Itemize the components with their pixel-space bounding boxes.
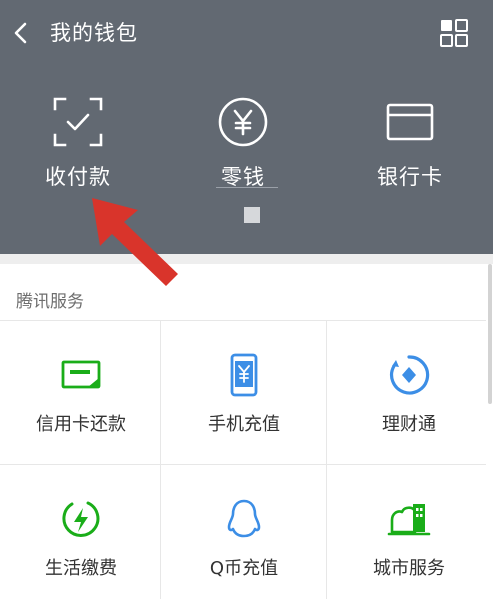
service-label: 信用卡还款 [36,414,126,435]
yen-circle-icon [216,95,270,149]
change-balance-button[interactable]: 零钱 [168,95,318,205]
page-title: 我的钱包 [50,21,138,45]
bank-card-button[interactable]: 银行卡 [335,95,485,205]
wealth-icon [386,352,432,398]
section-title: 腾讯服务 [16,292,84,312]
bank-card-label: 银行卡 [377,165,443,189]
service-label: 生活缴费 [45,558,117,579]
service-city[interactable]: 城市服务 [328,464,490,599]
qcoin-icon [221,496,267,542]
scrollbar[interactable] [488,264,492,404]
grid-menu-icon[interactable] [438,17,470,49]
annotation-arrow-icon [92,198,178,286]
credit-card-repay-icon [58,352,104,398]
service-label: 手机充值 [208,414,280,435]
service-utility-bill[interactable]: 生活缴费 [0,464,162,599]
back-icon[interactable] [8,16,40,50]
service-label: Q币充值 [209,558,279,579]
service-label: 理财通 [382,414,436,435]
service-phone-topup[interactable]: 手机充值 [163,320,325,464]
service-label: 城市服务 [373,558,445,579]
top-bar: 我的钱包 [0,0,493,66]
service-qcoin[interactable]: Q币充值 [163,464,325,599]
change-label-underline [216,187,278,188]
utility-bill-icon [58,496,104,542]
section-gap [0,254,493,264]
city-service-icon [386,496,432,542]
scan-pay-icon [51,95,105,149]
bank-card-icon [383,95,437,149]
phone-topup-icon [221,352,267,398]
grid-divider [326,320,327,599]
wallet-header-panel: 我的钱包 收付款 零钱 银行卡 [0,0,493,254]
page-indicator-dot [244,207,260,223]
service-wealth[interactable]: 理财通 [328,320,490,464]
receive-pay-label: 收付款 [45,165,111,189]
service-credit-card-repay[interactable]: 信用卡还款 [0,320,162,464]
